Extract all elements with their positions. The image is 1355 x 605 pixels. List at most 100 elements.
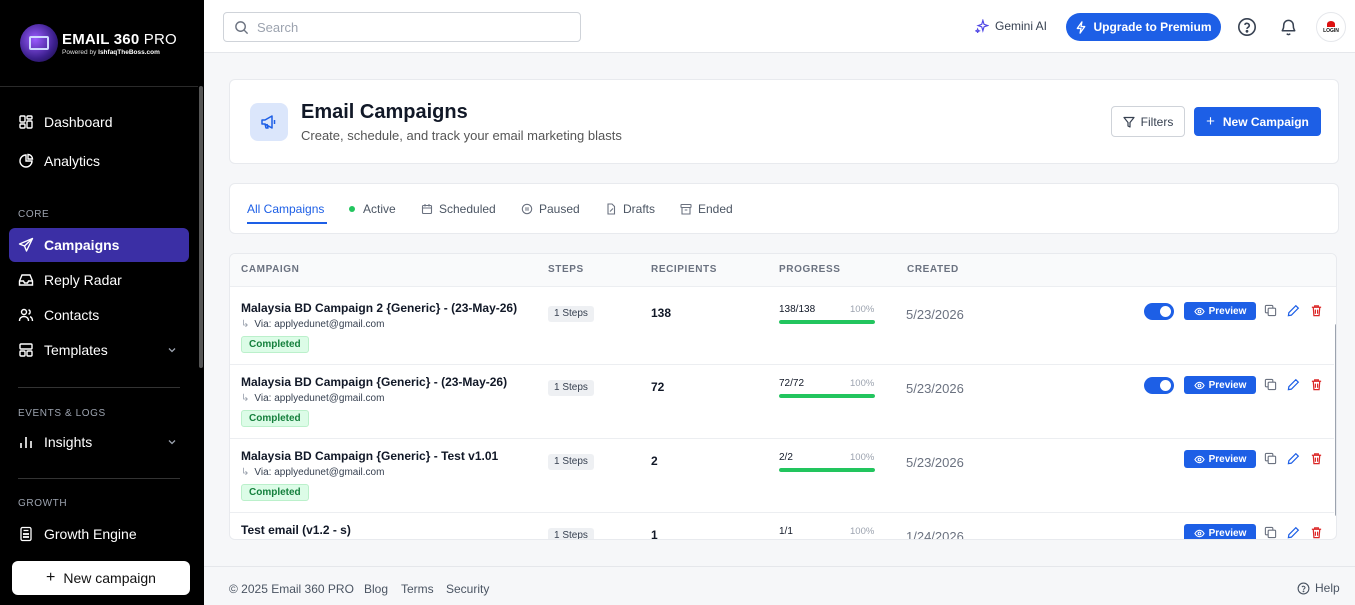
edit-button[interactable]	[1287, 452, 1300, 465]
tab-active[interactable]: Active	[349, 202, 396, 216]
sidebar-item-insights[interactable]: Insights	[9, 425, 189, 459]
avatar[interactable]: LOGIN	[1316, 12, 1346, 42]
column-header: STEPS	[548, 264, 584, 275]
tab-ended[interactable]: Ended	[680, 202, 733, 216]
preview-button[interactable]: Preview	[1184, 450, 1256, 468]
steps-badge: 1 Steps	[548, 454, 594, 470]
edit-button[interactable]	[1287, 304, 1300, 317]
sidebar-item-label: Growth Engine	[44, 526, 137, 542]
progress-count: 138/138	[779, 304, 816, 315]
campaign-tabs: All Campaigns Active Scheduled Paused Dr…	[229, 183, 1339, 234]
tab-paused[interactable]: Paused	[521, 202, 580, 216]
preview-button[interactable]: Preview	[1184, 376, 1256, 394]
edit-pencil-icon[interactable]	[1287, 378, 1300, 391]
sidebar-item-templates[interactable]: Templates	[9, 333, 189, 367]
edit-pencil-icon[interactable]	[1287, 452, 1300, 465]
help-circle-icon[interactable]	[1237, 17, 1257, 37]
delete-button[interactable]	[1310, 526, 1323, 539]
table-row[interactable]: Malaysia BD Campaign {Generic} - Test v1…	[230, 439, 1334, 513]
trash-icon[interactable]	[1310, 452, 1323, 465]
sidebar-item-label: Templates	[44, 342, 108, 358]
via-prefix: Via:	[254, 467, 272, 478]
help-label: Help	[1315, 581, 1340, 595]
trash-icon[interactable]	[1310, 378, 1323, 391]
megaphone-icon	[250, 103, 288, 141]
sidebar-item-label: Reply Radar	[44, 272, 122, 288]
duplicate-button[interactable]	[1264, 304, 1277, 317]
campaign-name[interactable]: Malaysia BD Campaign {Generic} - (23-May…	[241, 375, 507, 389]
tab-all-campaigns[interactable]: All Campaigns	[247, 202, 324, 216]
new-campaign-button[interactable]: + New Campaign	[1194, 107, 1321, 136]
copy-icon[interactable]	[1264, 378, 1277, 391]
trash-icon[interactable]	[1310, 304, 1323, 317]
sidebar-item-growth-engine[interactable]: Growth Engine	[9, 517, 189, 551]
campaign-sender: ↳ Via: applyedunet@gmail.com	[241, 467, 384, 478]
preview-button[interactable]: Preview	[1184, 302, 1256, 320]
progress-percent: 100%	[850, 304, 875, 315]
progress-count: 72/72	[779, 378, 805, 389]
brand-logo[interactable]: EMAIL 360 PRO Powered by IshfaqTheBoss.c…	[20, 24, 177, 62]
preview-label: Preview	[1208, 305, 1247, 317]
sidebar-item-campaigns[interactable]: Campaigns	[9, 228, 189, 262]
tab-scheduled[interactable]: Scheduled	[421, 202, 496, 216]
bell-icon[interactable]	[1279, 17, 1298, 37]
sidebar-divider	[18, 478, 180, 479]
avatar-logo-icon	[1327, 20, 1335, 27]
column-header: CREATED	[907, 264, 959, 275]
filters-button[interactable]: Filters	[1111, 106, 1185, 137]
upgrade-premium-button[interactable]: Upgrade to Premium	[1066, 13, 1221, 41]
pause-circle-icon	[521, 203, 533, 215]
lightning-icon	[1077, 20, 1086, 34]
tab-drafts[interactable]: Drafts	[605, 202, 655, 216]
plus-icon: +	[46, 569, 56, 586]
edit-button[interactable]	[1287, 526, 1300, 539]
duplicate-button[interactable]	[1264, 378, 1277, 391]
progress-bar-fill	[779, 468, 875, 472]
delete-button[interactable]	[1310, 304, 1323, 317]
duplicate-button[interactable]	[1264, 526, 1277, 539]
sidebar-item-contacts[interactable]: Contacts	[9, 298, 189, 332]
brand-powered-name: IshfaqTheBoss.com	[98, 48, 160, 56]
eye-icon	[1193, 307, 1205, 315]
copy-icon[interactable]	[1264, 304, 1277, 317]
preview-button[interactable]: Preview	[1184, 524, 1256, 539]
progress-count: 2/2	[779, 452, 793, 463]
table-row[interactable]: Malaysia BD Campaign 2 {Generic} - (23-M…	[230, 291, 1334, 365]
footer-link-security[interactable]: Security	[446, 582, 489, 596]
campaign-name[interactable]: Malaysia BD Campaign 2 {Generic} - (23-M…	[241, 301, 517, 315]
copy-icon[interactable]	[1264, 526, 1277, 539]
edit-pencil-icon[interactable]	[1287, 526, 1300, 539]
delete-button[interactable]	[1310, 378, 1323, 391]
gemini-ai-button[interactable]: Gemini AI	[975, 19, 1047, 33]
logo-icon	[20, 24, 58, 62]
footer-help-link[interactable]: Help	[1297, 581, 1340, 595]
campaign-name[interactable]: Test email (v1.2 - s)	[241, 523, 351, 537]
progress-percent: 100%	[850, 378, 875, 389]
campaign-active-toggle[interactable]	[1144, 303, 1174, 320]
sidebar-new-campaign-button[interactable]: + New campaign	[12, 561, 190, 595]
filter-icon	[1123, 116, 1135, 128]
edit-button[interactable]	[1287, 378, 1300, 391]
sidebar-item-analytics[interactable]: Analytics	[9, 144, 189, 178]
table-row[interactable]: Test email (v1.2 - s) 1 Steps 1 1/1 100% 1/24…	[230, 513, 1334, 539]
search-input[interactable]: Search	[223, 12, 581, 42]
help-circle-icon	[1297, 582, 1310, 594]
footer-link-blog[interactable]: Blog	[364, 582, 388, 596]
sidebar-scrollbar[interactable]	[199, 86, 203, 368]
edit-pencil-icon[interactable]	[1287, 304, 1300, 317]
copy-icon[interactable]	[1264, 452, 1277, 465]
sidebar-item-dashboard[interactable]: Dashboard	[9, 105, 189, 139]
campaign-active-toggle[interactable]	[1144, 377, 1174, 394]
footer-link-terms[interactable]: Terms	[401, 582, 434, 596]
table-row[interactable]: Malaysia BD Campaign {Generic} - (23-May…	[230, 365, 1334, 439]
sparkle-icon	[975, 19, 989, 33]
campaign-name[interactable]: Malaysia BD Campaign {Generic} - Test v1…	[241, 449, 498, 463]
via-prefix: Via:	[254, 393, 272, 404]
table-scrollbar[interactable]	[1335, 324, 1336, 516]
inbox-icon	[18, 274, 34, 286]
sidebar-item-reply-radar[interactable]: Reply Radar	[9, 263, 189, 297]
eye-icon	[1193, 455, 1205, 463]
delete-button[interactable]	[1310, 452, 1323, 465]
duplicate-button[interactable]	[1264, 452, 1277, 465]
trash-icon[interactable]	[1310, 526, 1323, 539]
